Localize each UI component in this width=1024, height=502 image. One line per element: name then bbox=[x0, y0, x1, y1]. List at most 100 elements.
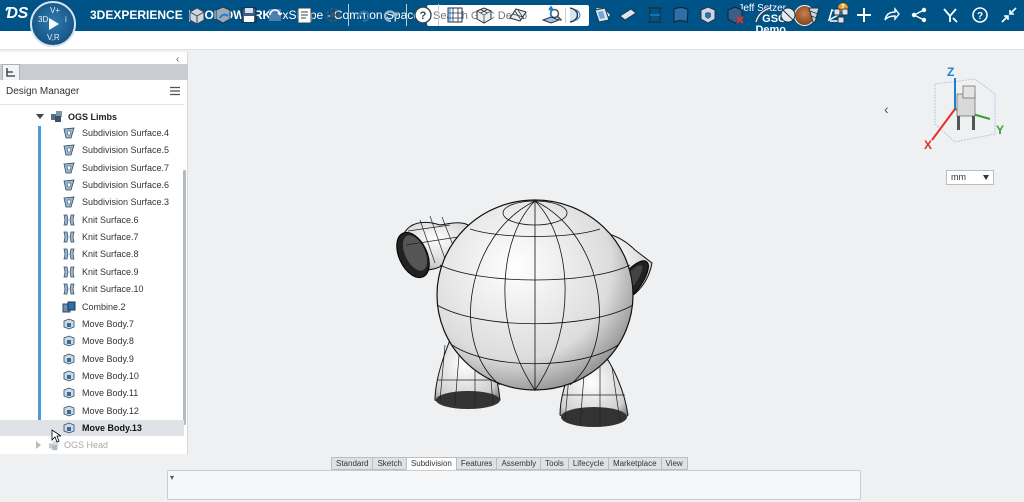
ds-logo-icon[interactable]: ƊS bbox=[5, 5, 28, 23]
collapsed-icon[interactable] bbox=[36, 441, 41, 449]
knit-feature-icon bbox=[62, 282, 76, 296]
mouse-cursor-icon bbox=[51, 429, 61, 443]
tree-item[interactable]: Subdivision Surface.3 bbox=[62, 194, 184, 210]
tree-item[interactable]: Move Body.7 bbox=[62, 316, 184, 332]
refresh-icon[interactable] bbox=[264, 4, 286, 26]
tree-item[interactable]: Subdivision Surface.5 bbox=[62, 142, 184, 158]
bend-icon[interactable] bbox=[752, 4, 774, 26]
panel-tab-strip bbox=[0, 64, 188, 80]
open-icon[interactable] bbox=[212, 4, 234, 26]
revolve-icon[interactable] bbox=[565, 4, 587, 26]
panel-title: Design Manager bbox=[6, 86, 80, 97]
tree-item-label: Subdivision Surface.4 bbox=[82, 128, 170, 138]
undo-icon[interactable] bbox=[353, 4, 375, 26]
toolbar-separator bbox=[348, 4, 349, 26]
tree-item[interactable]: Move Body.10 bbox=[62, 368, 184, 384]
add-icon[interactable] bbox=[855, 6, 873, 24]
properties-icon[interactable] bbox=[294, 4, 316, 26]
share-icon[interactable] bbox=[882, 6, 900, 24]
network-icon[interactable] bbox=[910, 6, 928, 24]
subdivision-feature-icon bbox=[62, 143, 76, 157]
twist-icon[interactable] bbox=[803, 4, 825, 26]
combine-feature-icon bbox=[62, 300, 76, 314]
collapse-icon[interactable] bbox=[1000, 6, 1018, 24]
tree-item[interactable]: Subdivision Surface.7 bbox=[62, 160, 184, 176]
move-feature-icon bbox=[62, 404, 76, 418]
toolbar-separator bbox=[438, 4, 439, 26]
subdivision-box-icon[interactable] bbox=[473, 4, 495, 26]
delete-face-icon[interactable] bbox=[724, 4, 746, 26]
tree-group-ogs-head[interactable]: OGS Head bbox=[36, 439, 108, 451]
tree-item-label: Move Body.9 bbox=[82, 353, 134, 364]
unit-select[interactable]: mm bbox=[946, 170, 994, 185]
tree-item-label: Knit Surface.10 bbox=[82, 284, 144, 295]
tree-item[interactable]: Knit Surface.8 bbox=[62, 246, 184, 262]
axis-label-x: X bbox=[924, 138, 933, 152]
extrude-icon[interactable] bbox=[540, 4, 562, 26]
compass-apps-icon[interactable] bbox=[941, 6, 959, 24]
tree-item[interactable]: Move Body.11 bbox=[62, 385, 184, 401]
chevron-left-icon[interactable]: ‹ bbox=[884, 101, 889, 117]
subdivision-grid-icon[interactable] bbox=[444, 4, 466, 26]
tree-item[interactable]: Knit Surface.10 bbox=[62, 281, 184, 297]
tab-marketplace[interactable]: Marketplace bbox=[607, 457, 662, 470]
pattern-icon[interactable] bbox=[830, 4, 852, 26]
tree-item[interactable]: Combine.2 bbox=[62, 299, 184, 315]
tree-group-label: OGS Head bbox=[64, 440, 109, 450]
tree-item[interactable]: Move Body.13 bbox=[0, 419, 184, 436]
tab-lifecycle[interactable]: Lifecycle bbox=[567, 457, 609, 470]
tab-subdivision[interactable]: Subdivision bbox=[405, 457, 457, 470]
3d-model-viewport[interactable] bbox=[380, 195, 680, 440]
compass-quadrant-3d[interactable]: 3D bbox=[38, 15, 48, 24]
tree-item[interactable]: Move Body.9 bbox=[62, 351, 184, 367]
tree-item[interactable]: Move Body.12 bbox=[62, 403, 184, 419]
play-icon[interactable] bbox=[49, 18, 59, 30]
tree-item[interactable]: Knit Surface.9 bbox=[62, 264, 184, 280]
knit-feature-icon bbox=[62, 247, 76, 261]
tree-icon bbox=[6, 68, 15, 77]
tree-item[interactable]: Subdivision Surface.6 bbox=[62, 177, 184, 193]
secondary-bar bbox=[0, 31, 1024, 50]
compass-widget[interactable]: 3D V+ i V,R bbox=[30, 1, 76, 47]
compass-quadrant-i[interactable]: i bbox=[65, 15, 67, 24]
redo-icon[interactable] bbox=[379, 4, 401, 26]
knit-feature-icon bbox=[62, 265, 76, 279]
tab-features[interactable]: Features bbox=[455, 457, 498, 470]
tree-item-label: Combine.2 bbox=[82, 301, 126, 312]
tree-item[interactable]: Knit Surface.6 bbox=[62, 212, 184, 228]
move-feature-icon bbox=[62, 386, 76, 400]
tree-item[interactable]: Move Body.8 bbox=[62, 333, 184, 349]
menu-icon[interactable] bbox=[170, 86, 180, 96]
sweep-icon[interactable] bbox=[617, 4, 639, 26]
compass-quadrant-vplus[interactable]: V+ bbox=[50, 6, 60, 15]
tree-item-label: Knit Surface.7 bbox=[82, 232, 139, 243]
help-icon[interactable]: ? bbox=[971, 6, 989, 24]
surface-fill-icon[interactable] bbox=[670, 4, 692, 26]
move-feature-icon bbox=[62, 334, 76, 348]
save-icon[interactable] bbox=[238, 4, 260, 26]
new-part-icon[interactable] bbox=[186, 4, 208, 26]
tree-tab[interactable] bbox=[2, 64, 20, 80]
help-icon[interactable]: ? bbox=[412, 4, 434, 26]
loft-icon[interactable] bbox=[591, 4, 613, 26]
compass-quadrant-vr[interactable]: V,R bbox=[47, 33, 60, 42]
tab-standard[interactable]: Standard bbox=[331, 457, 374, 470]
subdivision-plane-icon[interactable] bbox=[507, 4, 529, 26]
bridge-icon[interactable] bbox=[644, 4, 666, 26]
sphere-icon[interactable] bbox=[777, 4, 799, 26]
expand-icon[interactable] bbox=[36, 114, 44, 119]
main-body-sphere[interactable] bbox=[436, 199, 634, 391]
tree-item[interactable]: Subdivision Surface.4 bbox=[62, 125, 184, 141]
toolbar-expand-icon[interactable]: ▾ bbox=[170, 473, 174, 482]
tree-group-ogs-limbs[interactable]: OGS Limbs bbox=[36, 109, 117, 124]
tab-assembly[interactable]: Assembly bbox=[496, 457, 542, 470]
tab-view[interactable]: View bbox=[660, 457, 688, 470]
tab-tools[interactable]: Tools bbox=[540, 457, 569, 470]
shell-icon[interactable] bbox=[697, 4, 719, 26]
tree-item-label: Move Body.10 bbox=[82, 370, 139, 381]
knit-feature-icon bbox=[62, 230, 76, 244]
settings-icon[interactable] bbox=[322, 4, 344, 26]
tree-item-label: Move Body.7 bbox=[82, 318, 134, 329]
tab-sketch[interactable]: Sketch bbox=[372, 457, 407, 470]
tree-item[interactable]: Knit Surface.7 bbox=[62, 229, 184, 245]
